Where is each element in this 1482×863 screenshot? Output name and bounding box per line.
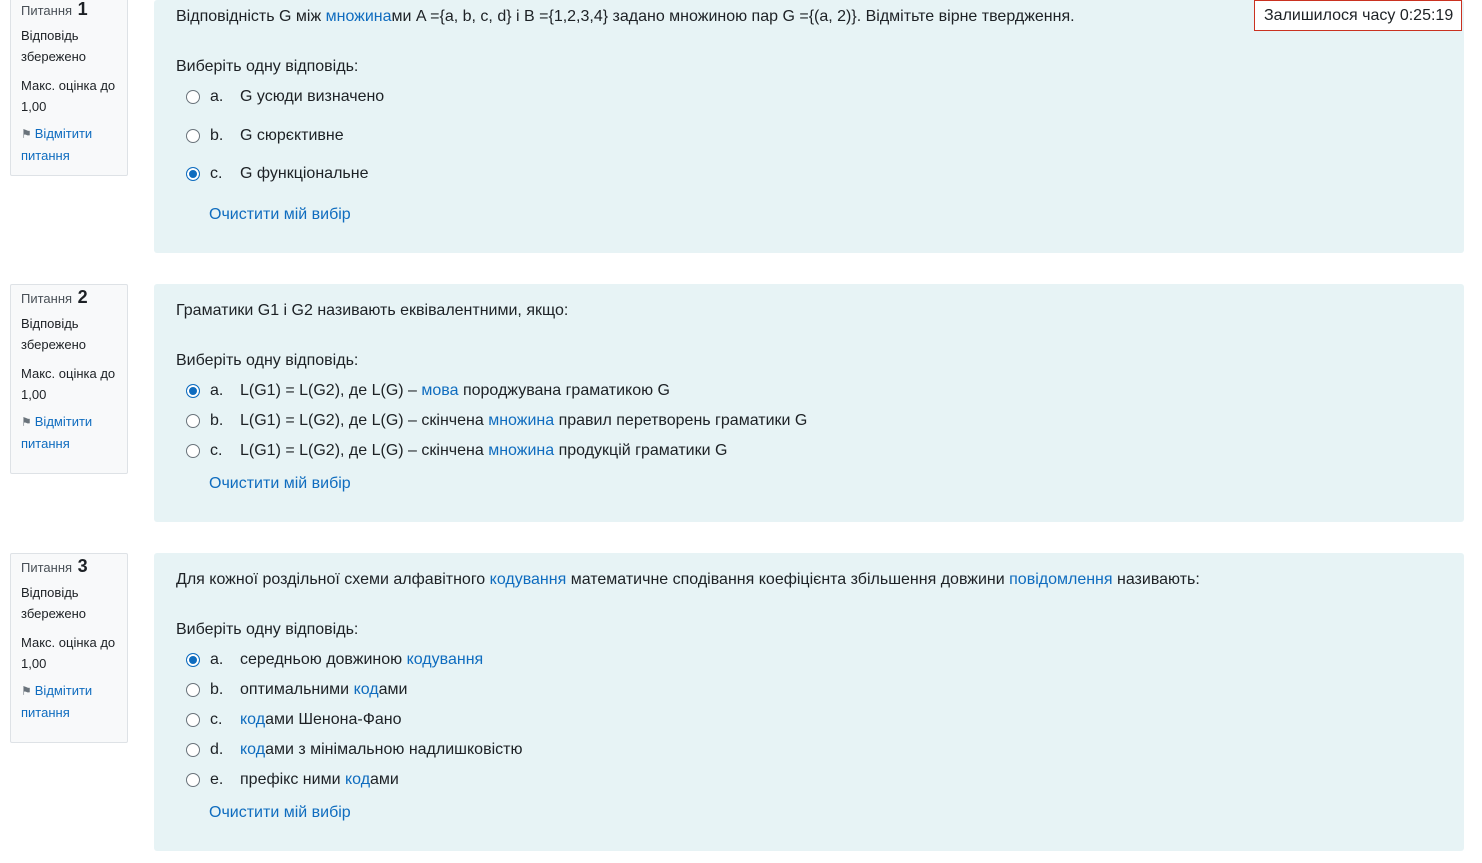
text-segment: продукцій граматики G bbox=[554, 442, 728, 459]
question-text: Граматики G1 і G2 називають еквівалентни… bbox=[176, 299, 568, 323]
radio-button[interactable] bbox=[186, 773, 200, 787]
glossary-link[interactable]: код bbox=[345, 771, 370, 788]
text-segment: G сюрєктивне bbox=[240, 127, 344, 144]
answer-text: L(G1) = L(G2), де L(G) – скінчена множин… bbox=[240, 409, 807, 433]
max-grade: Макс. оцінка до 1,00 bbox=[21, 635, 116, 671]
text-segment: Відповідність G між bbox=[176, 8, 326, 25]
glossary-link[interactable]: повідомлення bbox=[1009, 571, 1112, 588]
question-text: Для кожної роздільної схеми алфавітного … bbox=[176, 568, 1200, 592]
text-segment: G функціональне bbox=[240, 165, 369, 182]
flag-icon: ⚑ bbox=[21, 684, 32, 698]
text-segment: математичне сподівання коефіцієнта збіль… bbox=[566, 571, 1010, 588]
glossary-link[interactable]: множина bbox=[488, 412, 554, 429]
glossary-link[interactable]: код bbox=[354, 681, 379, 698]
answer-letter: d. bbox=[210, 741, 224, 758]
clear-choice-link[interactable]: Очистити мій вибір bbox=[209, 472, 351, 496]
text-segment: Для кожної роздільної схеми алфавітного bbox=[176, 571, 490, 588]
flag-icon: ⚑ bbox=[21, 127, 32, 141]
text-segment: породжувана граматикою G bbox=[458, 382, 670, 399]
answer-letter: a. bbox=[210, 88, 224, 105]
answer-state: Відповідь збережено bbox=[21, 585, 86, 621]
text-segment: G усюди визначено bbox=[240, 88, 385, 105]
text-segment: ами з мінімальною надлишковістю bbox=[265, 741, 523, 758]
radio-button[interactable] bbox=[186, 167, 200, 181]
answer-text: префікс ними кодами bbox=[240, 768, 399, 792]
glossary-link[interactable]: кодування bbox=[407, 651, 484, 668]
radio-button[interactable] bbox=[186, 653, 200, 667]
radio-button[interactable] bbox=[186, 713, 200, 727]
question-number: Питання 1 bbox=[21, 0, 88, 19]
question-number: Питання 2 bbox=[21, 287, 88, 307]
flag-question-link[interactable]: ⚑ Відмітити питання bbox=[21, 680, 117, 723]
text-segment: ами Шенона-Фано bbox=[265, 711, 402, 728]
text-segment: префікс ними bbox=[240, 771, 345, 788]
answer-letter: b. bbox=[210, 412, 224, 429]
flag-question-link[interactable]: ⚑ Відмітити питання bbox=[21, 123, 117, 166]
radio-button[interactable] bbox=[186, 129, 200, 143]
radio-button[interactable] bbox=[186, 743, 200, 757]
radio-button[interactable] bbox=[186, 90, 200, 104]
question-info: Питання 2 Відповідь збережено Макс. оцін… bbox=[10, 284, 128, 474]
question-content: Відповідність G між множинами A ={a, b, … bbox=[154, 0, 1464, 253]
glossary-link[interactable]: мова bbox=[421, 382, 458, 399]
radio-button[interactable] bbox=[186, 444, 200, 458]
answer-letter: b. bbox=[210, 127, 224, 144]
radio-button[interactable] bbox=[186, 384, 200, 398]
text-segment: оптимальними bbox=[240, 681, 354, 698]
text-segment: Граматики G1 і G2 називають еквівалентни… bbox=[176, 302, 569, 319]
question-info: Питання 3 Відповідь збережено Макс. оцін… bbox=[10, 553, 128, 743]
flag-icon: ⚑ bbox=[21, 415, 32, 429]
text-segment: ми A ={a, b, c, d} і B ={1,2,3,4} задано… bbox=[391, 8, 1075, 25]
question-number: Питання 3 bbox=[21, 556, 88, 576]
answer-letter: a. bbox=[210, 382, 224, 399]
answer-letter: a. bbox=[210, 651, 224, 668]
answer-prompt: Виберіть одну відповідь: bbox=[176, 352, 359, 369]
timer-value: 0:25:19 bbox=[1399, 7, 1454, 24]
text-segment: ами bbox=[378, 681, 408, 698]
text-segment: називають: bbox=[1112, 571, 1200, 588]
glossary-link[interactable]: код bbox=[240, 711, 265, 728]
glossary-link[interactable]: кодування bbox=[490, 571, 567, 588]
answer-text: G функціональне bbox=[240, 162, 368, 186]
answer-text: середньою довжиною кодування bbox=[240, 648, 483, 672]
text-segment: L(G1) = L(G2), де L(G) – скінчена bbox=[240, 412, 489, 429]
radio-button[interactable] bbox=[186, 683, 200, 697]
question-text: Відповідність G між множинами A ={a, b, … bbox=[176, 5, 1075, 29]
text-segment: L(G1) = L(G2), де L(G) – bbox=[240, 382, 422, 399]
answer-text: кодами з мінімальною надлишковістю bbox=[240, 738, 522, 762]
answer-state: Відповідь збережено bbox=[21, 28, 86, 64]
answer-state: Відповідь збережено bbox=[21, 316, 86, 352]
question-content: Граматики G1 і G2 називають еквівалентни… bbox=[154, 284, 1464, 522]
text-segment: ами bbox=[370, 771, 399, 788]
text-segment: L(G1) = L(G2), де L(G) – скінчена bbox=[240, 442, 489, 459]
max-grade: Макс. оцінка до 1,00 bbox=[21, 366, 116, 402]
glossary-link[interactable]: код bbox=[240, 741, 265, 758]
answer-letter: c. bbox=[210, 711, 223, 728]
answer-prompt: Виберіть одну відповідь: bbox=[176, 621, 359, 638]
clear-choice-link[interactable]: Очистити мій вибір bbox=[209, 203, 351, 227]
clear-choice-link[interactable]: Очистити мій вибір bbox=[209, 801, 351, 825]
answer-prompt: Виберіть одну відповідь: bbox=[176, 58, 359, 75]
answer-text: L(G1) = L(G2), де L(G) – мова породжуван… bbox=[240, 379, 670, 403]
time-remaining: Залишилося часу 0:25:19 bbox=[1254, 0, 1462, 31]
answer-letter: c. bbox=[210, 442, 223, 459]
answer-text: оптимальними кодами bbox=[240, 678, 407, 702]
question-content: Для кожної роздільної схеми алфавітного … bbox=[154, 553, 1464, 851]
answer-letter: e. bbox=[210, 771, 224, 788]
answer-text: L(G1) = L(G2), де L(G) – скінчена множин… bbox=[240, 439, 727, 463]
timer-label: Залишилося часу bbox=[1264, 7, 1396, 24]
answer-text: G сюрєктивне bbox=[240, 124, 344, 148]
glossary-link[interactable]: множина bbox=[326, 8, 392, 25]
answer-letter: c. bbox=[210, 165, 223, 182]
answer-letter: b. bbox=[210, 681, 224, 698]
text-segment: середньою довжиною bbox=[240, 651, 407, 668]
question-info: Питання 1 Відповідь збережено Макс. оцін… bbox=[10, 0, 128, 176]
text-segment: правил перетворень граматики G bbox=[554, 412, 808, 429]
radio-button[interactable] bbox=[186, 414, 200, 428]
answer-text: G усюди визначено bbox=[240, 85, 384, 109]
glossary-link[interactable]: множина bbox=[488, 442, 554, 459]
max-grade: Макс. оцінка до 1,00 bbox=[21, 78, 116, 114]
answer-text: кодами Шенона-Фано bbox=[240, 708, 402, 732]
flag-question-link[interactable]: ⚑ Відмітити питання bbox=[21, 411, 117, 454]
